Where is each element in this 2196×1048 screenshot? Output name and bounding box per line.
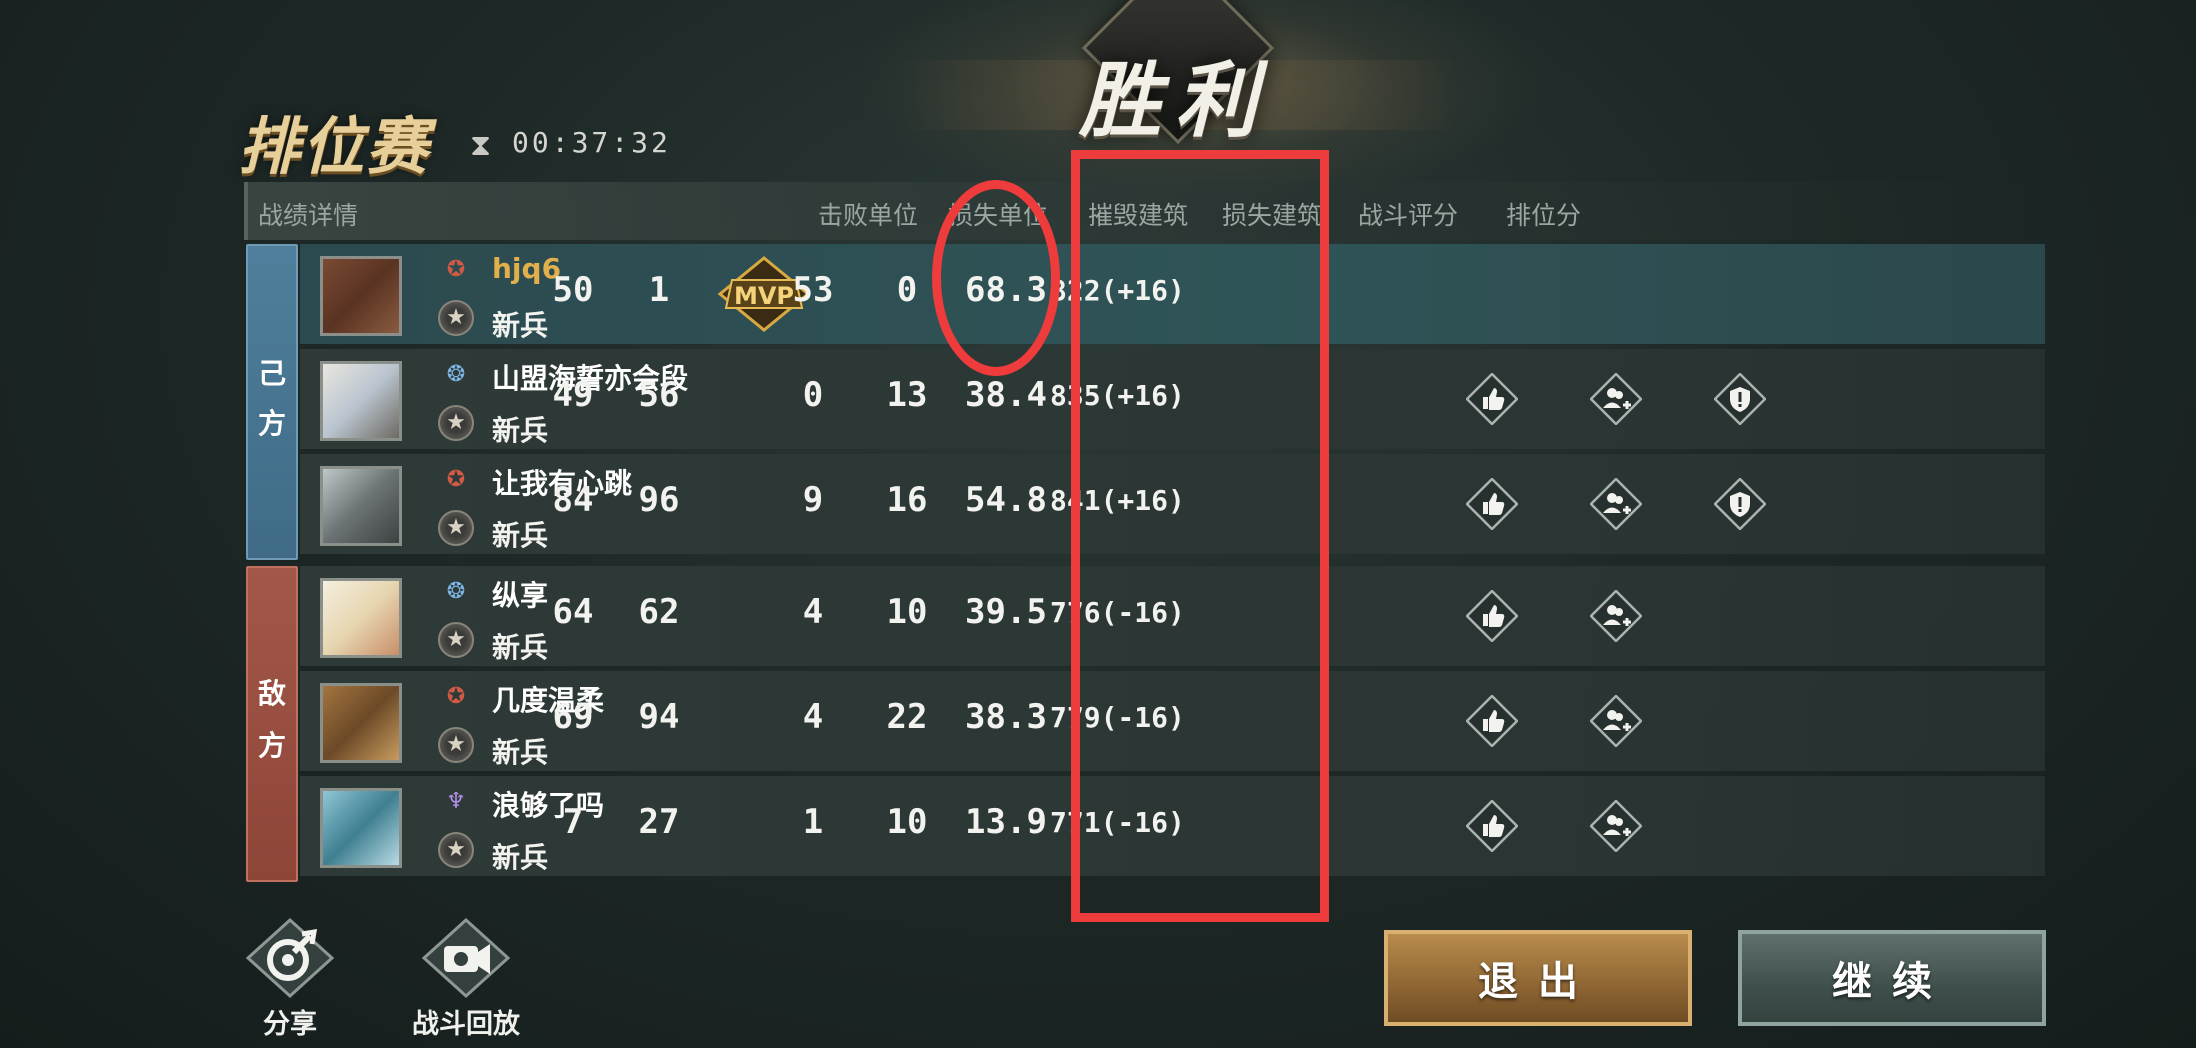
stat-losses: 1: [648, 270, 670, 310]
add-friend-button[interactable]: [1590, 590, 1642, 642]
player-avatar[interactable]: [320, 361, 402, 441]
share-icon: [245, 918, 335, 999]
annotation-rectangle: [1071, 150, 1329, 922]
player-rank: 新兵: [492, 631, 549, 664]
stat-losses: 94: [638, 697, 680, 737]
report-button[interactable]: [1714, 478, 1766, 530]
faction-badge-icon: ✪: [446, 257, 466, 282]
rank-star-icon: ★: [438, 510, 474, 546]
faction-badge-icon: ✪: [446, 684, 466, 709]
match-timer: 00:37:32: [512, 126, 671, 159]
header-kills: 击败单位: [818, 201, 919, 230]
faction-badge-icon: ♆: [446, 789, 466, 814]
ally-side-tag: 己 方: [246, 244, 298, 560]
stat-score: 39.5: [965, 592, 1047, 632]
rank-star-icon: ★: [438, 300, 474, 336]
ally-label-1: 己: [257, 357, 286, 390]
player-avatar[interactable]: [320, 788, 402, 868]
thumbs-up-button[interactable]: [1466, 590, 1518, 642]
stat-losses: 56: [638, 375, 680, 415]
faction-badge-icon: ✪: [446, 467, 466, 492]
thumbs-up-button[interactable]: [1466, 373, 1518, 425]
add-friend-button[interactable]: [1590, 800, 1642, 852]
header-section: 战绩详情: [258, 201, 359, 230]
thumbs-up-button[interactable]: [1466, 478, 1518, 530]
stat-losses: 62: [638, 592, 680, 632]
player-rank: 新兵: [492, 309, 549, 342]
report-button[interactable]: [1714, 373, 1766, 425]
player-avatar[interactable]: [320, 256, 402, 336]
annotation-oval: [932, 180, 1060, 376]
player-rank: 新兵: [492, 841, 549, 874]
stat-losses: 27: [638, 802, 680, 842]
victory-title: 胜利: [1079, 54, 1271, 149]
continue-button[interactable]: 继续: [1738, 930, 2046, 1026]
player-rank: 新兵: [492, 414, 549, 447]
thumbs-up-button[interactable]: [1466, 695, 1518, 747]
faction-badge-icon: ❂: [446, 362, 466, 387]
replay-button[interactable]: 战斗回放: [412, 918, 520, 1041]
faction-badge-icon: ❂: [446, 579, 466, 604]
header-rank-points: 排位分: [1506, 201, 1582, 230]
stat-score: 54.8: [965, 480, 1047, 520]
rank-star-icon: ★: [438, 405, 474, 441]
stat-score: 13.9: [965, 802, 1047, 842]
rank-star-icon: ★: [438, 832, 474, 868]
ally-label-2: 方: [257, 407, 286, 440]
stat-score: 38.3: [965, 697, 1047, 737]
add-friend-button[interactable]: [1590, 695, 1642, 747]
exit-button[interactable]: 退出: [1384, 930, 1692, 1026]
header-score: 战斗评分: [1358, 201, 1459, 230]
stat-losses: 96: [638, 480, 680, 520]
enemy-label-1: 敌: [257, 677, 286, 710]
enemy-side-tag: 敌 方: [246, 566, 298, 882]
player-avatar[interactable]: [320, 683, 402, 763]
stat-score: 38.4: [965, 375, 1047, 415]
player-rank: 新兵: [492, 519, 549, 552]
add-friend-button[interactable]: [1590, 373, 1642, 425]
player-rank: 新兵: [492, 736, 549, 769]
video-camera-icon: [421, 918, 511, 999]
hourglass-icon: ⧗: [470, 128, 492, 163]
share-label: 分享: [263, 1009, 317, 1040]
player-avatar[interactable]: [320, 466, 402, 546]
thumbs-up-button[interactable]: [1466, 800, 1518, 852]
add-friend-button[interactable]: [1590, 478, 1642, 530]
replay-label: 战斗回放: [412, 1009, 520, 1040]
rank-star-icon: ★: [438, 622, 474, 658]
player-avatar[interactable]: [320, 578, 402, 658]
share-button[interactable]: 分享: [244, 918, 336, 1041]
match-mode-title: 排位赛: [238, 110, 431, 183]
rank-star-icon: ★: [438, 727, 474, 763]
enemy-label-2: 方: [257, 729, 286, 762]
